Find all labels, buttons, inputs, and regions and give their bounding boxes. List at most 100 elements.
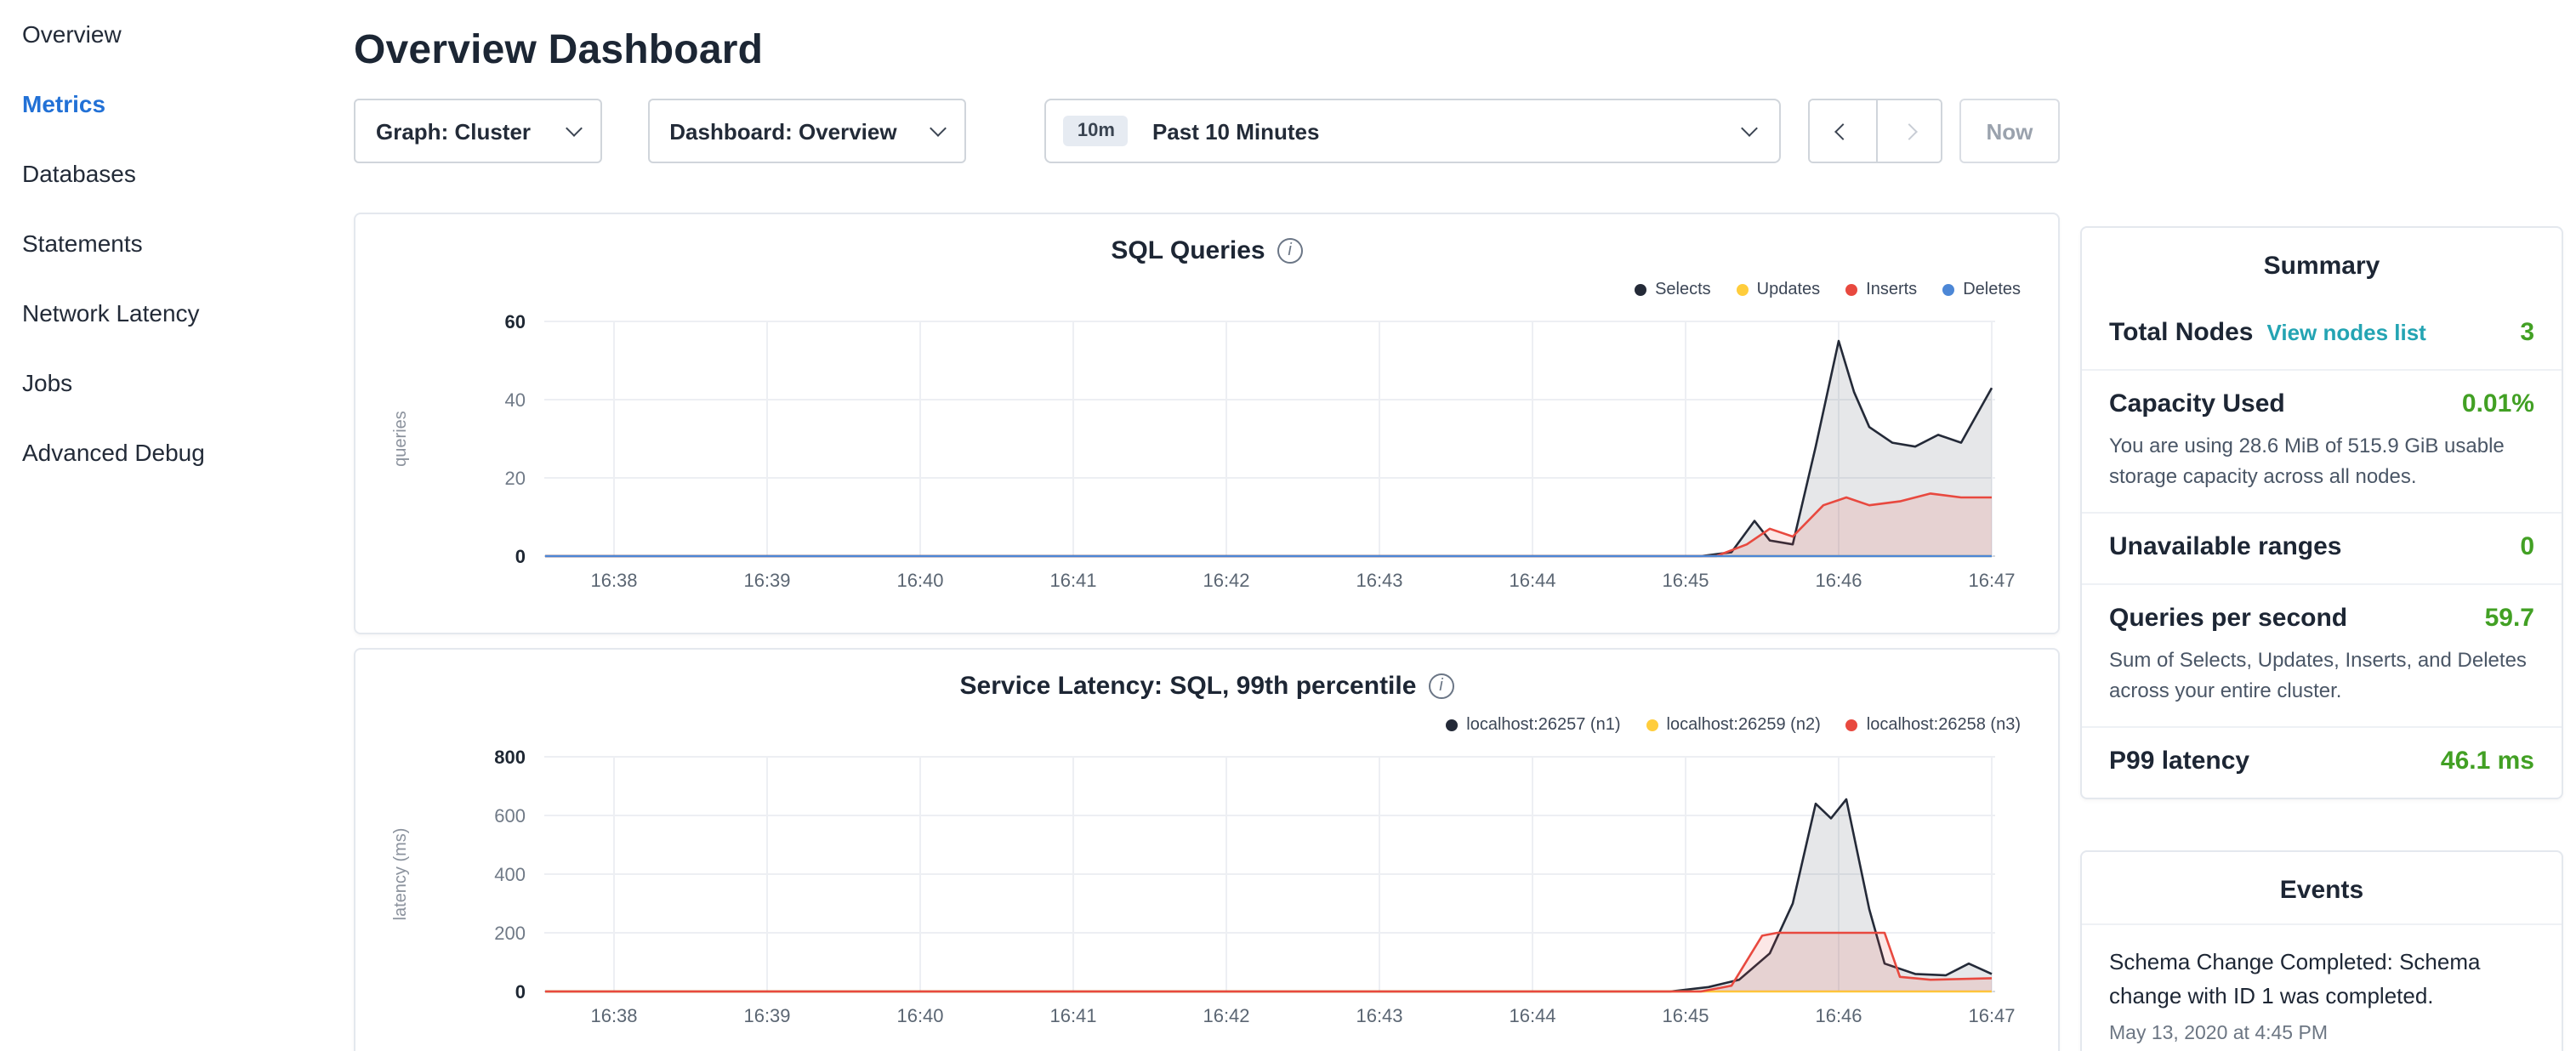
sidebar-item-statements[interactable]: Statements (0, 209, 323, 279)
svg-text:16:39: 16:39 (743, 1005, 790, 1026)
time-next-button[interactable] (1875, 100, 1941, 162)
chart-header: Service Latency: SQL, 99th percentile i (355, 650, 2058, 701)
svg-text:16:47: 16:47 (1968, 1005, 2015, 1026)
event-timestamp: May 13, 2020 at 4:45 PM (2109, 1025, 2534, 1045)
summary-value: 0 (2520, 532, 2534, 561)
svg-text:16:47: 16:47 (1968, 570, 2015, 591)
page-title: Overview Dashboard (354, 27, 2060, 75)
graph-dropdown[interactable]: Graph: Cluster (354, 99, 601, 163)
chart-legend: Selects Updates Inserts Deletes (1635, 281, 2021, 299)
legend-label: localhost:26257 (n1) (1466, 716, 1620, 735)
svg-text:16:40: 16:40 (896, 1005, 943, 1026)
chevron-down-icon (1742, 119, 1759, 136)
chevron-down-icon (565, 119, 582, 136)
svg-text:16:44: 16:44 (1509, 1005, 1555, 1026)
summary-label: Unavailable ranges (2109, 532, 2341, 561)
summary-row-p99-latency: P99 latency46.1 ms (2082, 726, 2562, 798)
svg-text:16:42: 16:42 (1203, 570, 1249, 591)
summary-row-capacity-used: Capacity Used0.01%You are using 28.6 MiB… (2082, 369, 2562, 512)
legend-label: Selects (1655, 281, 1711, 299)
sidebar-item-network-latency[interactable]: Network Latency (0, 279, 323, 349)
svg-text:0: 0 (515, 981, 526, 1003)
svg-text:16:46: 16:46 (1815, 1005, 1862, 1026)
summary-row-label-group: Capacity Used (2109, 389, 2285, 420)
sidebar-item-jobs[interactable]: Jobs (0, 349, 323, 418)
events-list: Schema Change Completed: Schema change w… (2082, 925, 2562, 1051)
svg-text:16:38: 16:38 (590, 1005, 637, 1026)
legend-label: Updates (1757, 281, 1821, 299)
legend-dot (1737, 284, 1749, 296)
app-window: OverviewMetricsDatabasesStatementsNetwor… (0, 0, 2576, 1051)
sidebar-item-databases[interactable]: Databases (0, 139, 323, 209)
time-prev-button[interactable] (1811, 100, 1875, 162)
chart-plot[interactable]: 020040060080016:3816:3916:4016:4116:4216… (355, 743, 2061, 1046)
svg-text:20: 20 (505, 468, 526, 489)
summary-value: 59.7 (2485, 604, 2534, 633)
chevron-down-icon (930, 119, 947, 136)
sidebar-item-advanced-debug[interactable]: Advanced Debug (0, 418, 323, 488)
time-range-label: Past 10 Minutes (1152, 118, 1744, 144)
svg-text:16:44: 16:44 (1509, 570, 1555, 591)
chart-title: SQL Queries (1111, 236, 1265, 265)
legend-item-localhost-26259-n2[interactable]: localhost:26259 (n2) (1646, 716, 1821, 735)
summary-row-total-nodes: Total Nodes View nodes list 3 (2082, 299, 2562, 369)
event-message: Schema Change Completed: Schema change w… (2109, 946, 2534, 1014)
time-range-badge: 10m (1064, 116, 1129, 146)
summary-label: Queries per second (2109, 604, 2347, 633)
legend-item-localhost-26257-n1[interactable]: localhost:26257 (n1) (1446, 716, 1620, 735)
svg-text:60: 60 (505, 311, 526, 332)
legend-dot (1846, 719, 1858, 731)
summary-value: 3 (2520, 318, 2534, 347)
chart-legend: localhost:26257 (n1) localhost:26259 (n2)… (1446, 716, 2021, 735)
info-icon[interactable]: i (1428, 673, 1453, 699)
summary-rows: Total Nodes View nodes list 3 Capacity Used… (2082, 299, 2562, 798)
now-button[interactable]: Now (1959, 99, 2060, 163)
svg-text:16:45: 16:45 (1662, 570, 1709, 591)
summary-row-label-group: Unavailable ranges (2109, 532, 2341, 563)
svg-text:16:45: 16:45 (1662, 1005, 1709, 1026)
events-title: Events (2082, 852, 2562, 925)
summary-row-header: Unavailable ranges 0 (2109, 532, 2534, 563)
sql-queries-chart-card: SQL Queries i Selects Updates Inserts Delet… (354, 213, 2060, 634)
svg-text:200: 200 (494, 923, 526, 944)
legend-label: Inserts (1866, 281, 1917, 299)
graph-dropdown-label: Graph: Cluster (376, 118, 531, 144)
legend-item-selects[interactable]: Selects (1635, 281, 1711, 299)
summary-label: Total Nodes (2109, 318, 2253, 347)
chart-plot[interactable]: 020406016:3816:3916:4016:4116:4216:4316:… (355, 308, 2061, 611)
svg-text:16:42: 16:42 (1203, 1005, 1249, 1026)
summary-row-label-group: Queries per second (2109, 604, 2347, 634)
time-step-group (1809, 99, 1942, 163)
legend-label: Deletes (1963, 281, 2021, 299)
chart-title: Service Latency: SQL, 99th percentile (960, 672, 1417, 701)
info-icon[interactable]: i (1277, 238, 1303, 264)
summary-value: 0.01% (2462, 389, 2534, 418)
svg-text:800: 800 (494, 747, 526, 768)
dashboard-dropdown-label: Dashboard: Overview (669, 118, 896, 144)
svg-text:16:41: 16:41 (1049, 1005, 1096, 1026)
chart-header: SQL Queries i (355, 214, 2058, 265)
summary-row-header: P99 latency46.1 ms (2109, 747, 2534, 777)
legend-item-deletes[interactable]: Deletes (1942, 281, 2021, 299)
summary-value: 46.1 ms (2441, 747, 2534, 775)
legend-dot (1635, 284, 1646, 296)
summary-row-header: Total Nodes View nodes list 3 (2109, 318, 2534, 349)
svg-text:16:43: 16:43 (1356, 1005, 1402, 1026)
summary-row-queries-per-second: Queries per second59.7Sum of Selects, Up… (2082, 583, 2562, 726)
legend-dot (1446, 719, 1458, 731)
legend-label: localhost:26259 (n2) (1667, 716, 1821, 735)
legend-item-updates[interactable]: Updates (1737, 281, 1821, 299)
legend-item-inserts[interactable]: Inserts (1845, 281, 1917, 299)
main-content: Overview Dashboard Graph: Cluster Dashbo… (354, 0, 2060, 1051)
legend-item-localhost-26258-n3[interactable]: localhost:26258 (n3) (1846, 716, 2021, 735)
svg-text:16:41: 16:41 (1049, 570, 1096, 591)
time-range-dropdown[interactable]: 10m Past 10 Minutes (1045, 99, 1782, 163)
view-nodes-list-link[interactable]: View nodes list (2266, 320, 2425, 345)
dashboard-dropdown[interactable]: Dashboard: Overview (647, 99, 967, 163)
sidebar-nav: OverviewMetricsDatabasesStatementsNetwor… (0, 0, 323, 488)
svg-text:16:43: 16:43 (1356, 570, 1402, 591)
svg-text:16:40: 16:40 (896, 570, 943, 591)
sidebar-item-metrics[interactable]: Metrics (0, 70, 323, 139)
event-item[interactable]: Schema Change Completed: Schema change w… (2082, 925, 2562, 1051)
sidebar-item-overview[interactable]: Overview (0, 0, 323, 70)
